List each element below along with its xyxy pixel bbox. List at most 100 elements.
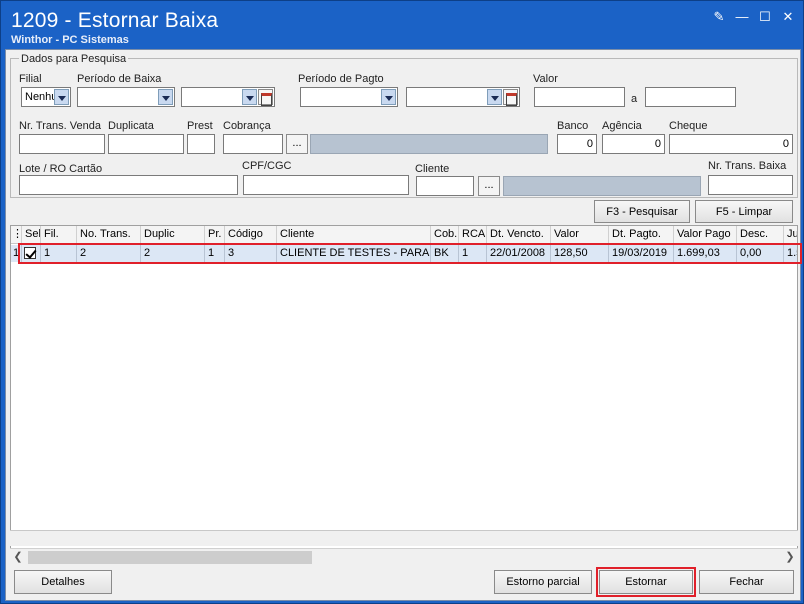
maximize-icon[interactable]: ☐ [758, 10, 772, 24]
duplicata-label: Duplicata [108, 120, 154, 132]
chevron-down-icon[interactable] [54, 89, 69, 105]
scroll-left-icon[interactable]: ❮ [10, 549, 26, 566]
cell-prest: 1 [205, 245, 225, 262]
col-header[interactable]: No. Trans. [77, 226, 141, 244]
search-groupbox: Dados para Pesquisa Filial Nenhu Período… [10, 53, 798, 198]
cell-desconto: 0,00 [737, 245, 784, 262]
col-header[interactable]: Dt. Pagto. [609, 226, 674, 244]
cobranca-label: Cobrança [223, 120, 271, 132]
pesquisar-button[interactable]: F3 - Pesquisar [594, 200, 690, 223]
filial-combo[interactable]: Nenhu [21, 87, 71, 107]
row-select-checkbox[interactable] [22, 245, 41, 262]
cobranca-lookup-button[interactable]: ... [286, 134, 308, 154]
agencia-label: Agência [602, 120, 642, 132]
col-header[interactable]: RCA [459, 226, 487, 244]
chevron-down-icon[interactable] [487, 89, 502, 105]
grid-column-chooser-icon[interactable]: ⋮ [11, 226, 22, 244]
horizontal-scrollbar[interactable]: ❮ ❯ [10, 548, 798, 565]
banco-field[interactable]: 0 [557, 134, 597, 154]
detalhes-button[interactable]: Detalhes [14, 570, 112, 594]
scroll-right-icon[interactable]: ❯ [782, 549, 798, 566]
filial-label: Filial [19, 73, 42, 85]
app-window: 1209 - Estornar Baixa Winthor - PC Siste… [0, 0, 804, 604]
window-title: 1209 - Estornar Baixa [11, 9, 219, 32]
cell-rca: 1 [459, 245, 487, 262]
minimize-icon[interactable]: — [735, 10, 749, 24]
cell-valor-pago: 1.699,03 [674, 245, 737, 262]
window-subtitle: Winthor - PC Sistemas [11, 34, 129, 46]
col-header[interactable]: Desc. [737, 226, 784, 244]
estornar-button[interactable]: Estornar [596, 567, 696, 597]
col-header[interactable]: Ju [784, 226, 797, 244]
periodo-pagto-label: Período de Pagto [298, 73, 384, 85]
chevron-down-icon[interactable] [381, 89, 396, 105]
fechar-button[interactable]: Fechar [699, 570, 794, 594]
title-bar: 1209 - Estornar Baixa Winthor - PC Siste… [1, 1, 803, 49]
grid-footer [10, 530, 798, 546]
cell-dt-pagto: 19/03/2019 [609, 245, 674, 262]
col-header[interactable]: Pr. [205, 226, 225, 244]
table-row[interactable]: 1 1 2 2 1 3 CLIENTE DE TESTES - PARAMETR… [11, 245, 797, 262]
agencia-field[interactable]: 0 [602, 134, 665, 154]
nr-trans-baixa-field[interactable] [708, 175, 793, 195]
col-header[interactable]: Duplic [141, 226, 205, 244]
duplicata-field[interactable] [108, 134, 184, 154]
cell-filial: 1 [41, 245, 77, 262]
valor-max-field[interactable] [645, 87, 736, 107]
banco-label: Banco [557, 120, 589, 132]
cell-no-trans: 2 [77, 245, 141, 262]
periodo-baixa-end-field[interactable] [181, 87, 275, 107]
periodo-pagto-start-field[interactable] [300, 87, 398, 107]
checkbox-checked-icon[interactable] [24, 247, 36, 259]
nr-trans-baixa-label: Nr. Trans. Baixa [708, 160, 787, 172]
col-header[interactable]: Código [225, 226, 277, 244]
col-header[interactable]: Cob. [431, 226, 459, 244]
filial-value: Nenhu [25, 91, 58, 103]
cobranca-field[interactable] [223, 134, 283, 154]
col-header[interactable]: Fil. [41, 226, 77, 244]
col-header[interactable]: Sel [22, 226, 41, 244]
valor-min-field[interactable] [534, 87, 625, 107]
prest-field[interactable] [187, 134, 215, 154]
lote-label: Lote / RO Cartão [19, 163, 103, 175]
col-header[interactable]: Dt. Vencto. [487, 226, 551, 244]
periodo-pagto-end-field[interactable] [406, 87, 520, 107]
cell-cliente: CLIENTE DE TESTES - PARAMETROS [277, 245, 431, 262]
cpf-field[interactable] [243, 175, 409, 195]
calendar-icon[interactable] [503, 89, 518, 106]
cell-codigo: 3 [225, 245, 277, 262]
periodo-baixa-label: Período de Baixa [77, 73, 162, 85]
search-group-title: Dados para Pesquisa [19, 53, 129, 65]
edit-icon[interactable]: ✎ [712, 10, 726, 24]
row-indicator: 1 [11, 245, 22, 262]
lote-field[interactable] [19, 175, 238, 195]
client-area: Dados para Pesquisa Filial Nenhu Período… [5, 49, 802, 601]
cpf-label: CPF/CGC [242, 160, 292, 172]
scrollbar-thumb[interactable] [28, 551, 312, 564]
cheque-label: Cheque [669, 120, 708, 132]
nr-trans-venda-field[interactable] [19, 134, 105, 154]
cliente-lookup-button[interactable]: ... [478, 176, 500, 196]
cell-valor: 128,50 [551, 245, 609, 262]
col-header[interactable]: Valor [551, 226, 609, 244]
cheque-field[interactable]: 0 [669, 134, 793, 154]
limpar-button[interactable]: F5 - Limpar [695, 200, 793, 223]
results-grid: ⋮ Sel Fil. No. Trans. Duplic Pr. Código … [10, 225, 798, 565]
cliente-description-field [503, 176, 701, 196]
cliente-code-field[interactable] [416, 176, 474, 196]
valor-separator: a [631, 93, 638, 105]
periodo-baixa-start-field[interactable] [77, 87, 175, 107]
estorno-parcial-button[interactable]: Estorno parcial [494, 570, 592, 594]
cell-dt-vencto: 22/01/2008 [487, 245, 551, 262]
chevron-down-icon[interactable] [242, 89, 257, 105]
valor-label: Valor [533, 73, 558, 85]
chevron-down-icon[interactable] [158, 89, 173, 105]
col-header[interactable]: Valor Pago [674, 226, 737, 244]
cell-juros: 1.5 [784, 245, 797, 262]
cell-cobranca: BK [431, 245, 459, 262]
col-header[interactable]: Cliente [277, 226, 431, 244]
close-icon[interactable]: ✕ [781, 10, 795, 24]
cliente-label: Cliente [415, 163, 450, 175]
calendar-icon[interactable] [258, 89, 273, 106]
cell-duplic: 2 [141, 245, 205, 262]
